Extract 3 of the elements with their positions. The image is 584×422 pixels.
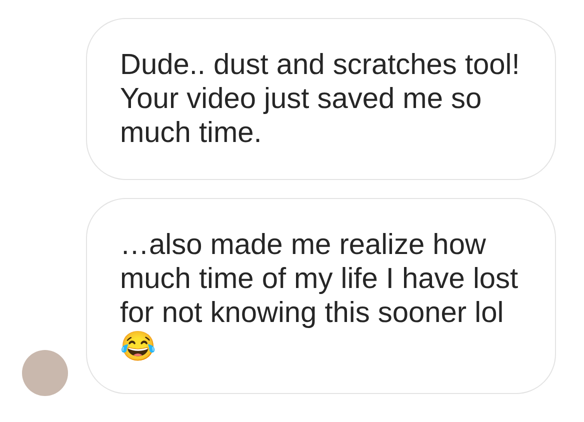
message-text: …also made me realize how much time of my life I have lost for not knowing this sooner lol 😂: [120, 228, 520, 364]
avatar-photo-placeholder[interactable]: [22, 350, 68, 396]
message-text: Dude.. dust and scratches tool! Your video just saved me so much time.: [120, 48, 521, 150]
